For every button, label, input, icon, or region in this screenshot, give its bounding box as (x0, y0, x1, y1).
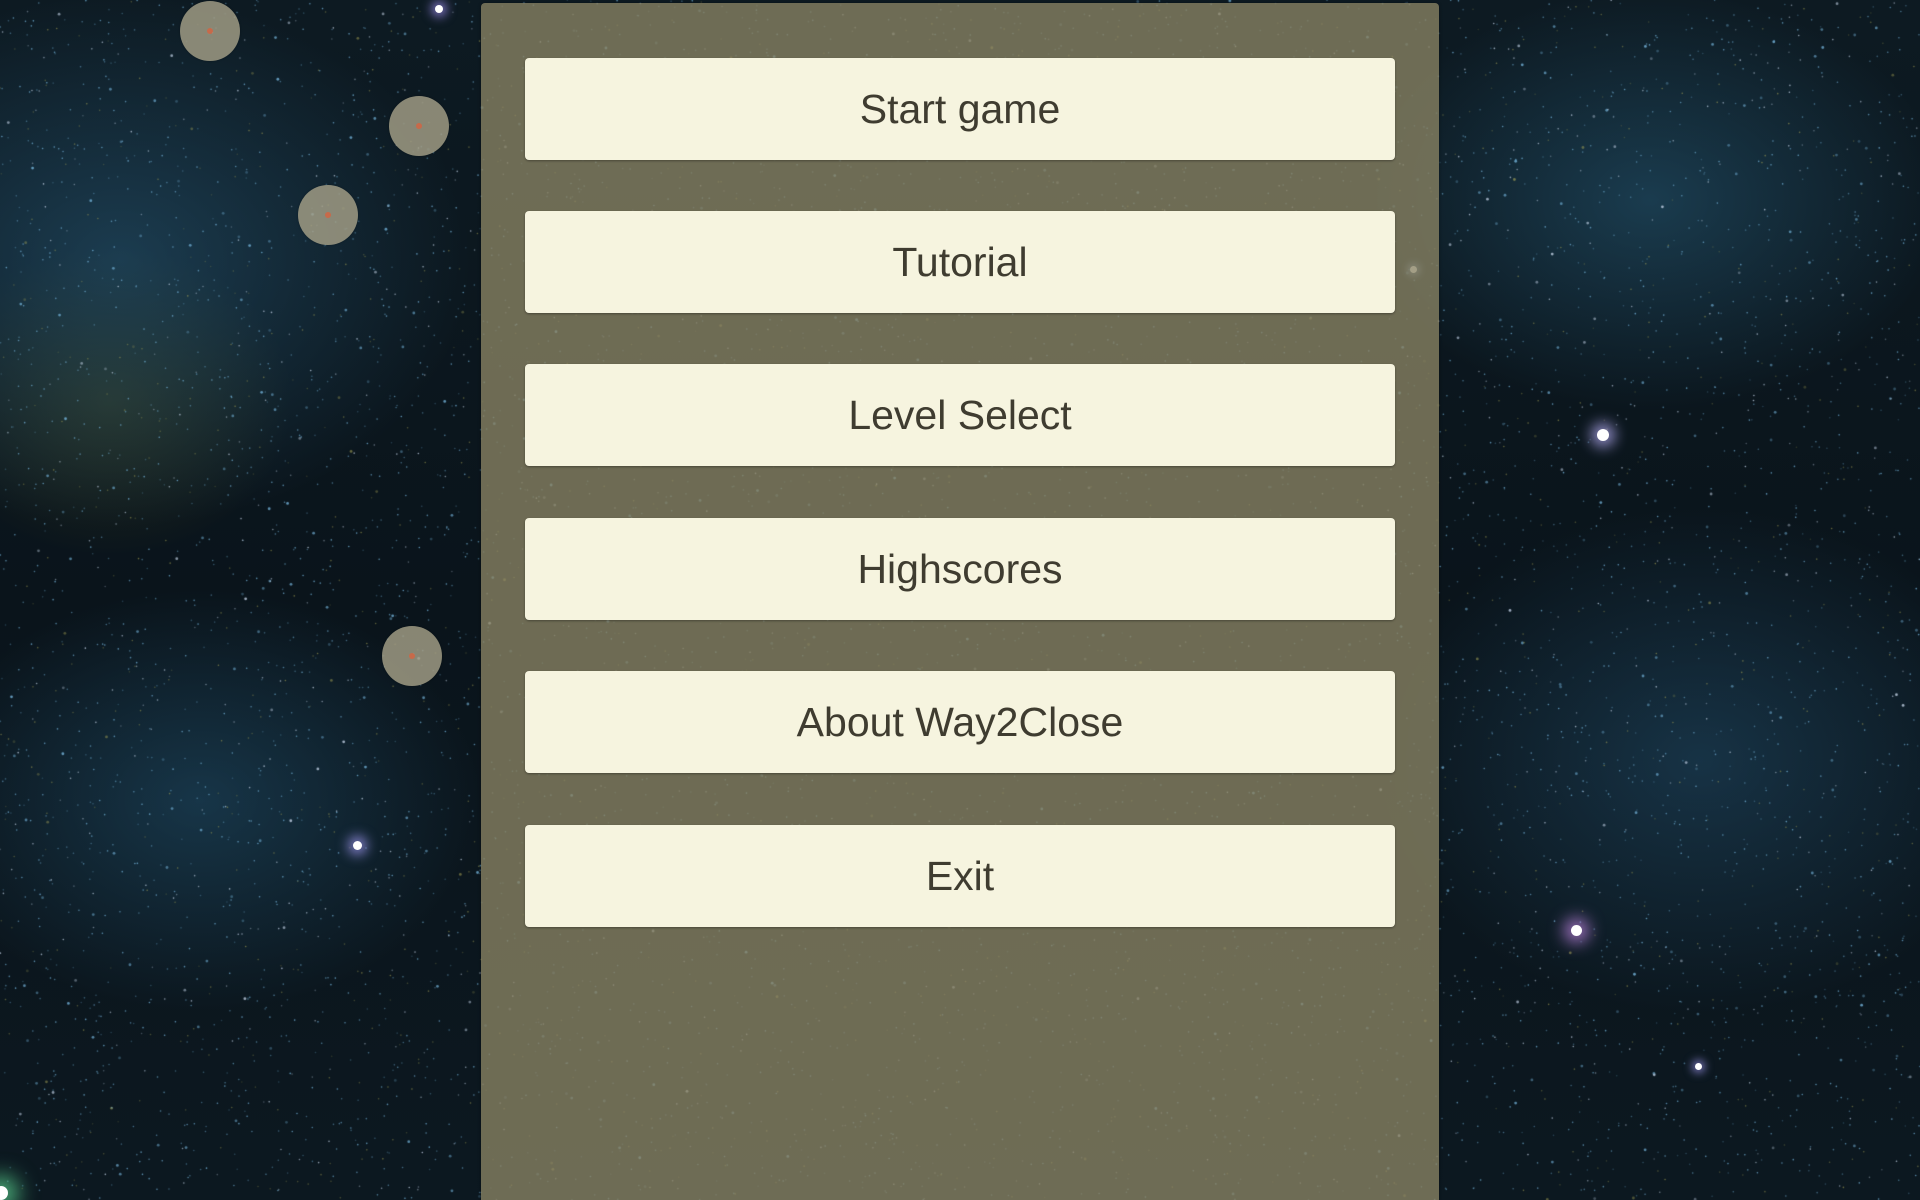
orb-core (207, 28, 213, 34)
game-orb (298, 185, 358, 245)
tutorial-button[interactable]: Tutorial (525, 211, 1395, 313)
orb-core (416, 123, 422, 129)
level-select-button[interactable]: Level Select (525, 364, 1395, 466)
bright-star (353, 841, 362, 850)
exit-button[interactable]: Exit (525, 825, 1395, 927)
game-orb (180, 1, 240, 61)
highscores-button[interactable]: Highscores (525, 518, 1395, 620)
orb-core (325, 212, 331, 218)
start-game-button[interactable]: Start game (525, 58, 1395, 160)
bright-star (1571, 925, 1582, 936)
bright-star (1597, 429, 1609, 441)
game-orb (382, 626, 442, 686)
bright-star (435, 5, 443, 13)
about-button[interactable]: About Way2Close (525, 671, 1395, 773)
space-background: Start game Tutorial Level Select Highsco… (0, 0, 1920, 1200)
bright-star (1695, 1063, 1702, 1070)
orb-core (409, 653, 415, 659)
game-orb (389, 96, 449, 156)
main-menu-panel: Start game Tutorial Level Select Highsco… (481, 3, 1439, 1200)
